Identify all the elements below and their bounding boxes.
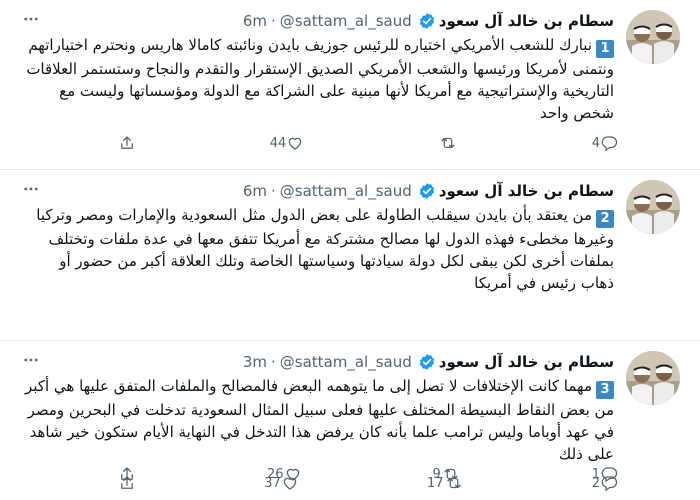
- tweet[interactable]: سطام بن خالد آل سعود @sattam_al_saud · 6…: [0, 0, 700, 170]
- heart-icon: [286, 134, 304, 152]
- tweet-header: سطام بن خالد آل سعود @sattam_al_saud · 3…: [243, 351, 614, 373]
- display-name[interactable]: سطام بن خالد آل سعود: [439, 182, 614, 200]
- tweet[interactable]: سطام بن خالد آل سعود @sattam_al_saud · 6…: [0, 170, 700, 492]
- tweet-header: سطام بن خالد آل سعود @sattam_al_saud · 6…: [243, 180, 614, 202]
- separator-dot: ·: [271, 12, 276, 30]
- more-icon[interactable]: [20, 349, 42, 371]
- verified-badge-icon: [418, 12, 436, 30]
- reply-button[interactable]: 1: [586, 465, 618, 483]
- avatar[interactable]: [626, 351, 680, 405]
- handle[interactable]: @sattam_al_saud: [280, 182, 412, 200]
- separator-dot: ·: [271, 182, 276, 200]
- timeline: سطام بن خالد آل سعود @sattam_al_saud · 6…: [0, 0, 700, 500]
- retweet-icon: [438, 134, 458, 152]
- retweet-button[interactable]: [432, 134, 458, 152]
- like-count: 26: [266, 466, 284, 482]
- share-button[interactable]: [118, 465, 136, 483]
- tweet-text-content: نبارك للشعب الأمريكي اختياره للرئيس جوزي…: [26, 36, 614, 122]
- like-button[interactable]: 26: [261, 465, 302, 483]
- display-name[interactable]: سطام بن خالد آل سعود: [439, 12, 614, 30]
- retweet-button[interactable]: 9: [426, 465, 460, 483]
- verified-badge-icon: [418, 182, 436, 200]
- timestamp[interactable]: 6m: [243, 12, 267, 30]
- tweet-header: سطام بن خالد آل سعود @sattam_al_saud · 6…: [243, 10, 614, 32]
- reply-icon: [600, 465, 618, 483]
- handle[interactable]: @sattam_al_saud: [280, 353, 412, 371]
- share-button[interactable]: [118, 134, 136, 152]
- avatar[interactable]: [626, 10, 680, 64]
- handle[interactable]: @sattam_al_saud: [280, 12, 412, 30]
- tweet-actions: 4 44: [118, 132, 618, 154]
- retweet-count: 9: [432, 466, 441, 482]
- tweet-text: 2من يعتقد بأن بايدن سيقلب الطاولة على بع…: [24, 204, 614, 294]
- timestamp[interactable]: 3m: [243, 353, 267, 371]
- tweet-text-content: من يعتقد بأن بايدن سيقلب الطاولة على بعض…: [36, 206, 614, 292]
- keycap-number-badge: 1: [596, 40, 614, 58]
- like-count: 44: [269, 135, 287, 151]
- avatar[interactable]: [626, 180, 680, 234]
- like-button[interactable]: 44: [264, 134, 305, 152]
- tweet[interactable]: سطام بن خالد آل سعود @sattam_al_saud · 3…: [0, 341, 700, 500]
- reply-icon: [600, 134, 618, 152]
- keycap-number-badge: 3: [596, 381, 614, 399]
- more-icon[interactable]: [20, 8, 42, 30]
- tweet-text-content: مهما كانت الإختلافات لا تصل إلى ما يتوهم…: [25, 377, 614, 463]
- display-name[interactable]: سطام بن خالد آل سعود: [439, 353, 614, 371]
- reply-button[interactable]: 4: [586, 134, 618, 152]
- reply-count: 4: [591, 135, 600, 151]
- more-icon[interactable]: [20, 178, 42, 200]
- tweet-text: 1نبارك للشعب الأمريكي اختياره للرئيس جوز…: [24, 34, 614, 124]
- tweet-text: 3مهما كانت الإختلافات لا تصل إلى ما يتوه…: [24, 375, 614, 465]
- timestamp[interactable]: 6m: [243, 182, 267, 200]
- verified-badge-icon: [418, 353, 436, 371]
- reply-count: 1: [591, 466, 600, 482]
- keycap-number-badge: 2: [596, 210, 614, 228]
- heart-icon: [284, 465, 302, 483]
- separator-dot: ·: [271, 353, 276, 371]
- share-icon: [118, 465, 136, 483]
- share-icon: [118, 134, 136, 152]
- retweet-icon: [441, 465, 461, 483]
- tweet-actions: 1 9 26: [118, 463, 618, 485]
